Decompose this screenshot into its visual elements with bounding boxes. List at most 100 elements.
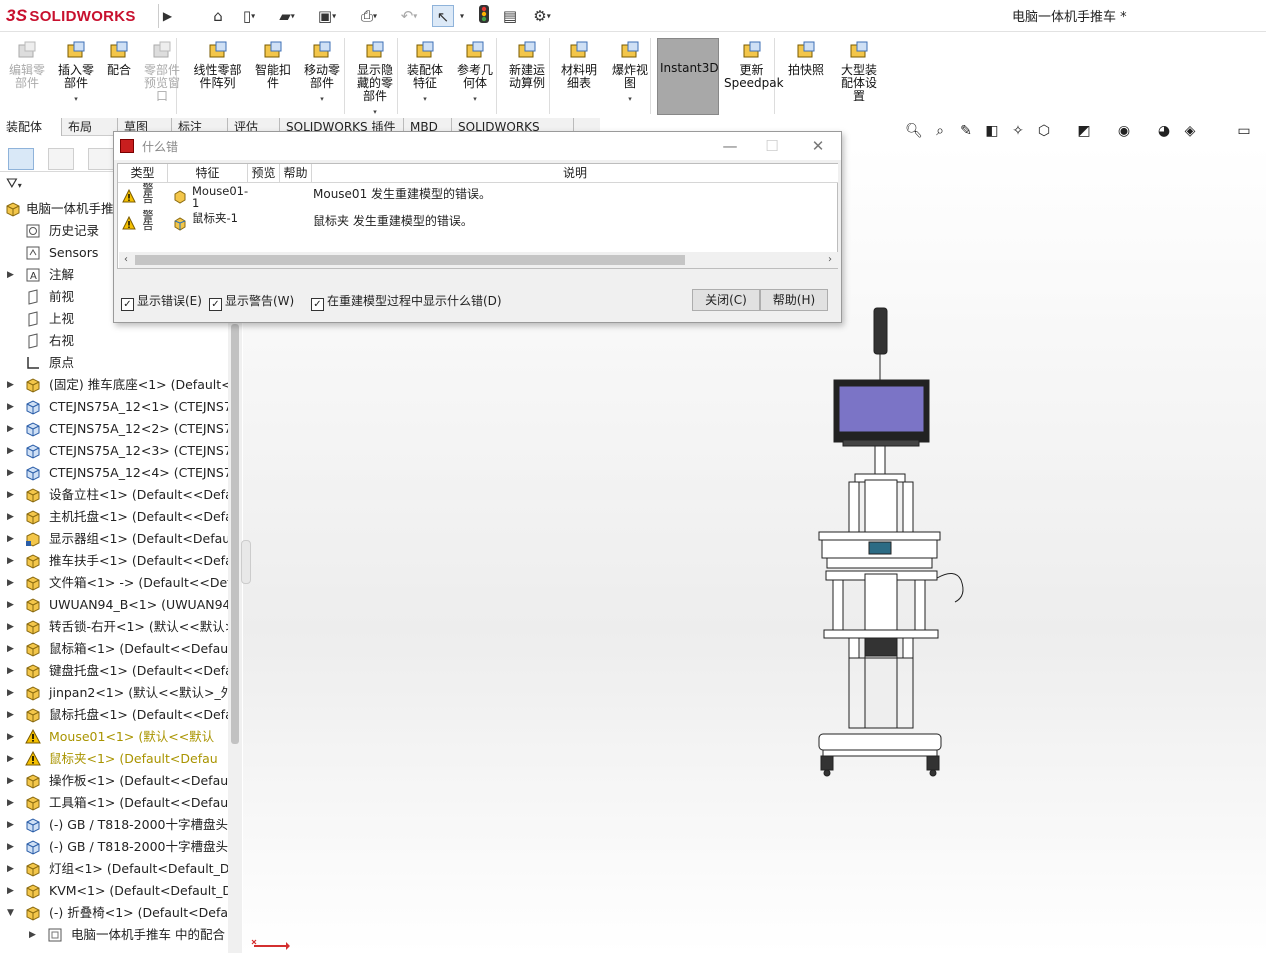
ribbon-button-exploded-view[interactable]: 爆炸视 图 ▾ [607,40,653,106]
tree-item[interactable]: ▶ 鼠标箱<1> (Default<<Default> [0,638,228,660]
expand-arrow-icon[interactable]: ▶ [7,264,14,286]
ribbon-button-move-component[interactable]: 移动零 部件 ▾ [297,40,347,106]
undo-icon[interactable]: ↶▾ [394,5,424,27]
expand-arrow-icon[interactable]: ▶ [7,484,14,506]
property-manager-tab-icon[interactable] [48,148,74,170]
tree-item[interactable]: ▶ 灯组<1> (Default<Default_Disp [0,858,228,880]
tree-item[interactable]: ▶ 设备立柱<1> (Default<<Defau [0,484,228,506]
ribbon-button-mate[interactable]: 配合 [100,40,138,77]
tree-item[interactable]: ▶ 电脑一体机手推车 中的配合 [0,924,228,946]
ribbon-button-bom[interactable]: 材料明 细表 [554,40,604,90]
column-header-type[interactable]: 类型 [118,164,168,183]
ribbon-button-linear-pattern[interactable]: 线性零部 件阵列 [186,40,249,90]
configuration-manager-tab-icon[interactable] [88,148,114,170]
hscrollbar-thumb[interactable] [135,255,685,265]
expand-arrow-icon[interactable]: ▶ [7,594,14,616]
dropdown-arrow-icon[interactable]: ▾ [607,93,653,106]
dialog-title-bar[interactable]: 什么错 — ☐ ✕ [114,132,841,160]
expand-arrow-icon[interactable]: ▶ [7,704,14,726]
tree-item[interactable]: ▶ 主机托盘<1> (Default<<Defau [0,506,228,528]
expand-arrow-icon[interactable]: ▶ [7,506,14,528]
select-cursor-icon[interactable]: ↖ [432,5,454,27]
tree-item[interactable]: ▶ 操作板<1> (Default<<Default> [0,770,228,792]
tree-item[interactable]: 右视 [0,330,228,352]
tree-item[interactable]: ▶ 显示器组<1> (Default<Default_ [0,528,228,550]
maximize-icon[interactable]: ☐ [759,136,785,156]
tree-item[interactable]: ▶ (-) GB / T818-2000十字槽盘头螺 [0,814,228,836]
expand-arrow-icon[interactable]: ▶ [7,616,14,638]
expand-arrow-icon[interactable]: ▶ [7,858,14,880]
show-warnings-checkbox[interactable]: ✓ 显示警告(W) [209,293,294,311]
ribbon-button-snapshot[interactable]: 拍快照 [783,40,829,77]
expand-arrow-icon[interactable]: ▶ [7,836,14,858]
command-tab[interactable]: 装配体 [0,118,62,136]
expand-arrow-icon[interactable]: ▶ [7,726,14,748]
zoom-to-area-icon[interactable]: ⌕ [930,121,950,141]
previous-view-icon[interactable]: ✎ [956,121,976,141]
edit-appearance-icon[interactable]: ◕ [1154,121,1174,141]
tree-item[interactable]: ▶ 转舌锁-右开<1> (默认<<默认>_ [0,616,228,638]
apply-scene-icon[interactable]: ◈ [1180,121,1200,141]
expand-arrow-icon[interactable]: ▶ [7,880,14,902]
show-errors-checkbox[interactable]: ✓ 显示错误(E) [121,293,202,311]
ribbon-button-insert-component[interactable]: 插入零 部件 ▾ [52,40,100,106]
tree-item[interactable]: ▶ CTEJNS75A_12<4> (CTEJNS75 [0,462,228,484]
tree-item[interactable]: ▶ 文件箱<1> -> (Default<<Defa [0,572,228,594]
tree-item[interactable]: ▶ 推车扶手<1> (Default<<Defau [0,550,228,572]
tree-item[interactable]: ▶ CTEJNS75A_12<2> (CTEJNS75 [0,418,228,440]
error-list-hscrollbar[interactable]: ‹ › [119,252,838,268]
new-document-icon[interactable]: ▯▾ [234,5,264,27]
ribbon-button-show-hidden[interactable]: 显示隐 藏的零 部件 ▾ [350,40,400,119]
expand-arrow-icon[interactable]: ▶ [7,792,14,814]
ribbon-button-smart-fasteners[interactable]: 智能扣 件 [249,40,297,90]
tree-item[interactable]: ▶ UWUAN94_B<1> (UWUAN94- [0,594,228,616]
ribbon-button-instant3d[interactable]: Instant3D [660,62,719,75]
tree-scrollbar-thumb[interactable] [231,324,239,744]
expand-arrow-icon[interactable]: ▶ [7,374,14,396]
tree-item[interactable]: ▶ 鼠标托盘<1> (Default<<Defau [0,704,228,726]
column-header-help[interactable]: 帮助 [280,164,312,183]
display-style-icon[interactable]: ◩ [1074,121,1094,141]
ribbon-button-edit-component[interactable]: 编辑零 部件 [3,40,51,90]
open-folder-icon[interactable]: ▰▾ [272,5,302,27]
ribbon-button-component-preview[interactable]: 零部件 预览窗 口 [138,40,186,103]
rebuild-traffic-light-icon[interactable] [474,5,494,27]
dropdown-arrow-icon[interactable]: ▾ [401,93,449,106]
tree-item[interactable]: ▶ CTEJNS75A_12<1> (CTEJNS75 [0,396,228,418]
section-view-icon[interactable]: ◧ [982,121,1002,141]
hide-show-items-icon[interactable]: ◉ [1114,121,1134,141]
tree-item[interactable]: ▶ Mouse01<1> (默认<<默认 [0,726,228,748]
print-icon[interactable]: ⎙▾ [354,5,384,27]
tree-item[interactable]: 原点 [0,352,228,374]
tree-item[interactable]: ▶ (-) GB / T818-2000十字槽盘头螺 [0,836,228,858]
show-during-rebuild-checkbox[interactable]: ✓ 在重建模型过程中显示什么错(D) [311,293,502,311]
expand-arrow-icon[interactable]: ▶ [7,550,14,572]
expand-arrow-icon[interactable]: ▶ [7,418,14,440]
home-icon[interactable]: ⌂ [208,5,228,27]
collapse-arrow-icon[interactable]: ▼ [7,902,14,924]
expand-arrow-icon[interactable]: ▶ [7,440,14,462]
expand-arrow-icon[interactable]: ▶ [7,748,14,770]
column-header-preview[interactable]: 预览 [248,164,280,183]
expand-arrow-icon[interactable]: ▶ [7,396,14,418]
expand-arrow-icon[interactable]: ▶ [7,770,14,792]
tree-item[interactable]: ▶ 键盘托盘<1> (Default<<Defau [0,660,228,682]
tree-item[interactable]: ▶ (固定) 推车底座<1> (Default<< [0,374,228,396]
expand-arrow-icon[interactable]: ▶ [7,814,14,836]
dropdown-arrow-icon[interactable]: ▾ [52,93,100,106]
select-dropdown-icon[interactable]: ▾ [456,5,468,27]
ribbon-button-large-assembly[interactable]: 大型装 配体设 置 [832,40,886,103]
close-button[interactable]: 关闭(C) [692,289,760,311]
menu-expand-arrow[interactable]: ▶ [158,4,176,28]
ribbon-button-speedpak[interactable]: 更新 Speedpak [724,40,784,90]
column-header-feature[interactable]: 特征 [168,164,248,183]
tree-item[interactable]: ▼ (-) 折叠椅<1> (Default<Defaul [0,902,228,924]
tree-item[interactable]: ▶ KVM<1> (Default<Default_Dis [0,880,228,902]
feature-manager-tab-icon[interactable] [8,148,34,170]
file-properties-icon[interactable]: ▤ [500,5,520,27]
minimize-icon[interactable]: — [717,136,743,156]
help-button[interactable]: 帮助(H) [760,289,828,311]
expand-arrow-icon[interactable]: ▶ [7,660,14,682]
close-icon[interactable]: ✕ [805,136,831,156]
tree-item[interactable]: ▶ 工具箱<1> (Default<<Default> [0,792,228,814]
